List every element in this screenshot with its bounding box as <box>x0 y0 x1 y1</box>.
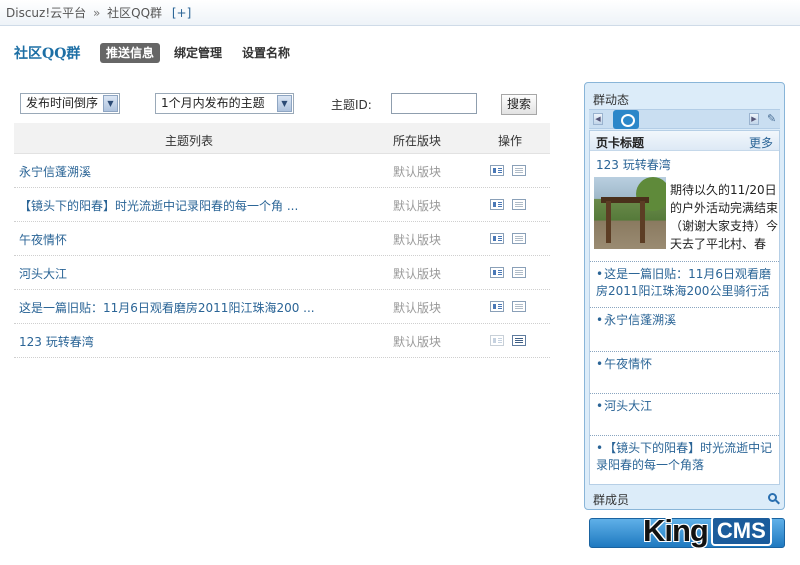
group-members-label: 群成员 <box>593 493 630 507</box>
table-header: 主题列表 所在版块 操作 <box>14 123 550 154</box>
chevron-down-icon: ▼ <box>277 95 292 112</box>
featured-summary: 期待以久的11/20日的户外活动完满结束（谢谢大家支持）今天去了平北村、春 <box>670 183 778 251</box>
search-button[interactable]: 搜索 <box>501 94 537 115</box>
board-name: 默认版块 <box>393 233 442 247</box>
table-row: 午夜情怀 默认版块 <box>14 222 550 256</box>
watermark-cms: CMS <box>710 516 772 546</box>
table-row: 123 玩转春湾 默认版块 <box>14 324 550 358</box>
chevron-left-icon[interactable]: ◀ <box>593 113 603 125</box>
table-row: 河头大江 默认版块 <box>14 256 550 290</box>
group-feed-widget: 群动态 ◀ ▶ ✎ 页卡标题 更多 123 玩转春湾 期待以久的11/20日的户… <box>584 82 785 510</box>
topic-table: 主题列表 所在版块 操作 永宁信蓬溯溪 默认版块 【镜头下的阳春】时光流逝中记录… <box>14 123 550 358</box>
watermark-king: King <box>643 513 709 548</box>
topic-link[interactable]: 河头大江 <box>19 265 67 282</box>
push-list-icon[interactable] <box>512 199 526 210</box>
tab-bind-manage[interactable]: 绑定管理 <box>168 43 228 63</box>
order-select[interactable]: 发布时间倒序 ▼ <box>20 93 120 114</box>
card-header: 页卡标题 更多 <box>590 131 779 151</box>
board-name: 默认版块 <box>393 301 442 315</box>
featured-photo[interactable] <box>594 177 666 249</box>
push-list-icon[interactable] <box>512 335 526 346</box>
breadcrumb-separator: » <box>92 6 101 20</box>
watermark-logo: King CMS <box>643 511 772 551</box>
order-select-value: 发布时间倒序 <box>26 96 99 110</box>
topic-link[interactable]: 123 玩转春湾 <box>19 333 94 350</box>
breadcrumb-root[interactable]: Discuz!云平台 <box>6 6 86 20</box>
board-name: 默认版块 <box>393 199 442 213</box>
board-name: 默认版块 <box>393 165 442 179</box>
push-list-icon[interactable] <box>512 301 526 312</box>
table-row: 【镜头下的阳春】时光流逝中记录阳春的每一个角 ... 默认版块 <box>14 188 550 222</box>
column-header-op: 操作 <box>498 134 523 148</box>
list-item[interactable]: 永宁信蓬溯溪 <box>590 307 779 351</box>
time-range-select[interactable]: 1个月内发布的主题 ▼ <box>155 93 294 114</box>
widget-card-panel: 页卡标题 更多 123 玩转春湾 期待以久的11/20日的户外活动完满结束（谢谢… <box>589 130 780 485</box>
more-link[interactable]: 更多 <box>749 134 773 151</box>
topic-link[interactable]: 永宁信蓬溯溪 <box>19 163 91 180</box>
push-list-icon[interactable] <box>512 267 526 278</box>
chat-bubble-icon[interactable] <box>613 110 639 129</box>
featured-topic-link[interactable]: 123 玩转春湾 <box>596 156 671 173</box>
column-header-topic: 主题列表 <box>165 134 214 148</box>
add-shortcut-button[interactable]: [+] <box>172 6 191 20</box>
widget-icon-bar: ◀ ▶ ✎ <box>589 109 780 129</box>
tab-set-name[interactable]: 设置名称 <box>236 43 296 63</box>
column-header-board: 所在版块 <box>393 134 442 148</box>
topic-id-input[interactable] <box>391 93 477 114</box>
list-item[interactable]: 河头大江 <box>590 393 779 435</box>
time-range-select-value: 1个月内发布的主题 <box>161 96 265 110</box>
topic-link[interactable]: 午夜情怀 <box>19 231 67 248</box>
table-row: 永宁信蓬溯溪 默认版块 <box>14 154 550 188</box>
page-title: 社区QQ群 <box>14 46 81 62</box>
list-item[interactable]: 午夜情怀 <box>590 351 779 393</box>
wrench-icon[interactable]: ✎ <box>767 112 776 125</box>
table-row: 这是一篇旧贴：11月6日观看磨房2011阳江珠海200 ... 默认版块 <box>14 290 550 324</box>
widget-topic-list: 这是一篇旧贴：11月6日观看磨房2011阳江珠海200公里骑行活 永宁信蓬溯溪 … <box>590 261 779 479</box>
push-card-icon[interactable] <box>490 165 504 176</box>
push-card-icon[interactable] <box>490 301 504 312</box>
topic-link[interactable]: 这是一篇旧贴：11月6日观看磨房2011阳江珠海200 ... <box>19 299 315 316</box>
tab-bar: 推送信息 绑定管理 设置名称 <box>100 43 296 63</box>
card-title: 页卡标题 <box>596 136 645 150</box>
tab-push-info[interactable]: 推送信息 <box>100 43 161 63</box>
push-list-icon[interactable] <box>512 233 526 244</box>
chevron-down-icon: ▼ <box>103 95 118 112</box>
breadcrumb-current[interactable]: 社区QQ群 <box>107 6 162 20</box>
push-card-icon[interactable] <box>490 233 504 244</box>
board-name: 默认版块 <box>393 335 442 349</box>
chevron-right-icon[interactable]: ▶ <box>749 113 759 125</box>
push-list-icon[interactable] <box>512 165 526 176</box>
widget-title: 群动态 <box>593 93 630 107</box>
push-card-icon[interactable] <box>490 335 504 346</box>
topic-id-label: 主题ID: <box>331 98 372 112</box>
board-name: 默认版块 <box>393 267 442 281</box>
search-icon[interactable] <box>768 493 777 502</box>
topic-link[interactable]: 【镜头下的阳春】时光流逝中记录阳春的每一个角 ... <box>19 197 298 214</box>
list-item[interactable]: 【镜头下的阳春】时光流逝中记录阳春的每一个角落 <box>590 435 779 479</box>
list-item[interactable]: 这是一篇旧贴：11月6日观看磨房2011阳江珠海200公里骑行活 <box>590 261 779 307</box>
breadcrumb: Discuz!云平台 » 社区QQ群 [+] <box>0 0 800 26</box>
push-card-icon[interactable] <box>490 267 504 278</box>
push-card-icon[interactable] <box>490 199 504 210</box>
